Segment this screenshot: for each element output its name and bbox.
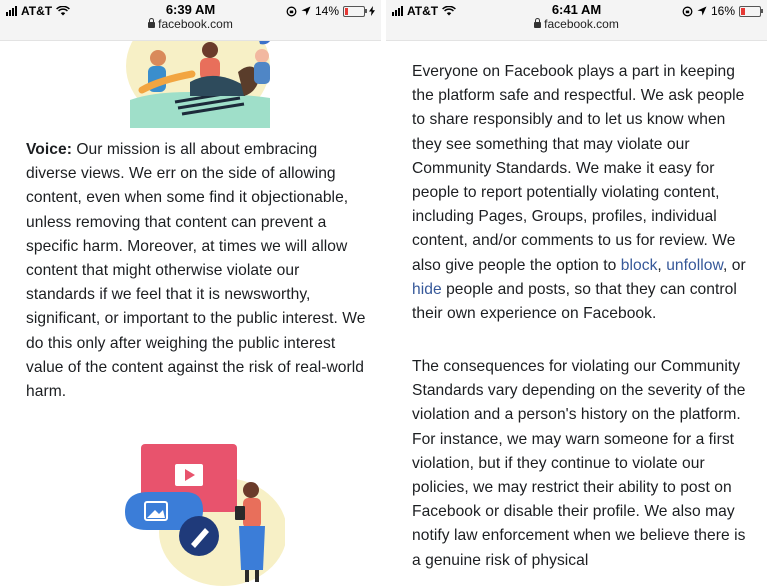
right-phone-screen: AT&T 6:41 AM facebook.com 16% Everyone o… xyxy=(386,0,767,586)
unfollow-link[interactable]: unfollow xyxy=(666,257,723,274)
voice-text: Our mission is all about embracing diver… xyxy=(26,141,366,401)
left-phone-screen: AT&T 6:39 AM facebook.com 14% Voice: Our… xyxy=(0,0,381,586)
url-bar[interactable]: facebook.com xyxy=(0,17,381,31)
charging-icon xyxy=(369,6,375,16)
orientation-lock-icon xyxy=(286,6,297,16)
status-right: 14% xyxy=(286,4,375,18)
reporting-text: Everyone on Facebook plays a part in kee… xyxy=(412,63,745,274)
people-music-illustration xyxy=(126,30,272,128)
voice-heading: Voice: xyxy=(26,141,72,158)
consequences-paragraph: The consequences for violating our Commu… xyxy=(412,355,753,573)
lock-icon xyxy=(534,18,542,28)
location-icon xyxy=(697,6,707,16)
separator-text: , or xyxy=(722,256,746,274)
url-text: facebook.com xyxy=(158,17,233,31)
battery-icon xyxy=(739,5,763,17)
url-text: facebook.com xyxy=(544,17,619,31)
battery-icon xyxy=(343,5,367,17)
reporting-paragraph: Everyone on Facebook plays a part in kee… xyxy=(412,60,753,326)
block-link[interactable]: block xyxy=(621,257,658,274)
battery-percent: 16% xyxy=(710,4,735,18)
url-bar[interactable]: facebook.com xyxy=(386,17,767,31)
separator-text: , xyxy=(657,256,667,274)
voice-paragraph: Voice: Our mission is all about embracin… xyxy=(26,138,367,404)
orientation-lock-icon xyxy=(682,6,693,16)
location-icon xyxy=(301,6,311,16)
status-bar: AT&T 6:41 AM facebook.com 16% xyxy=(386,0,767,41)
battery-percent: 14% xyxy=(314,4,339,18)
media-sharing-illustration xyxy=(125,444,285,586)
status-right: 16% xyxy=(682,4,763,18)
status-bar: AT&T 6:39 AM facebook.com 14% xyxy=(0,0,381,41)
hide-link[interactable]: hide xyxy=(412,281,442,298)
lock-icon xyxy=(148,18,156,28)
consequences-text: The consequences for violating our Commu… xyxy=(412,358,746,569)
reporting-text-end: people and posts, so that they can contr… xyxy=(412,280,737,323)
